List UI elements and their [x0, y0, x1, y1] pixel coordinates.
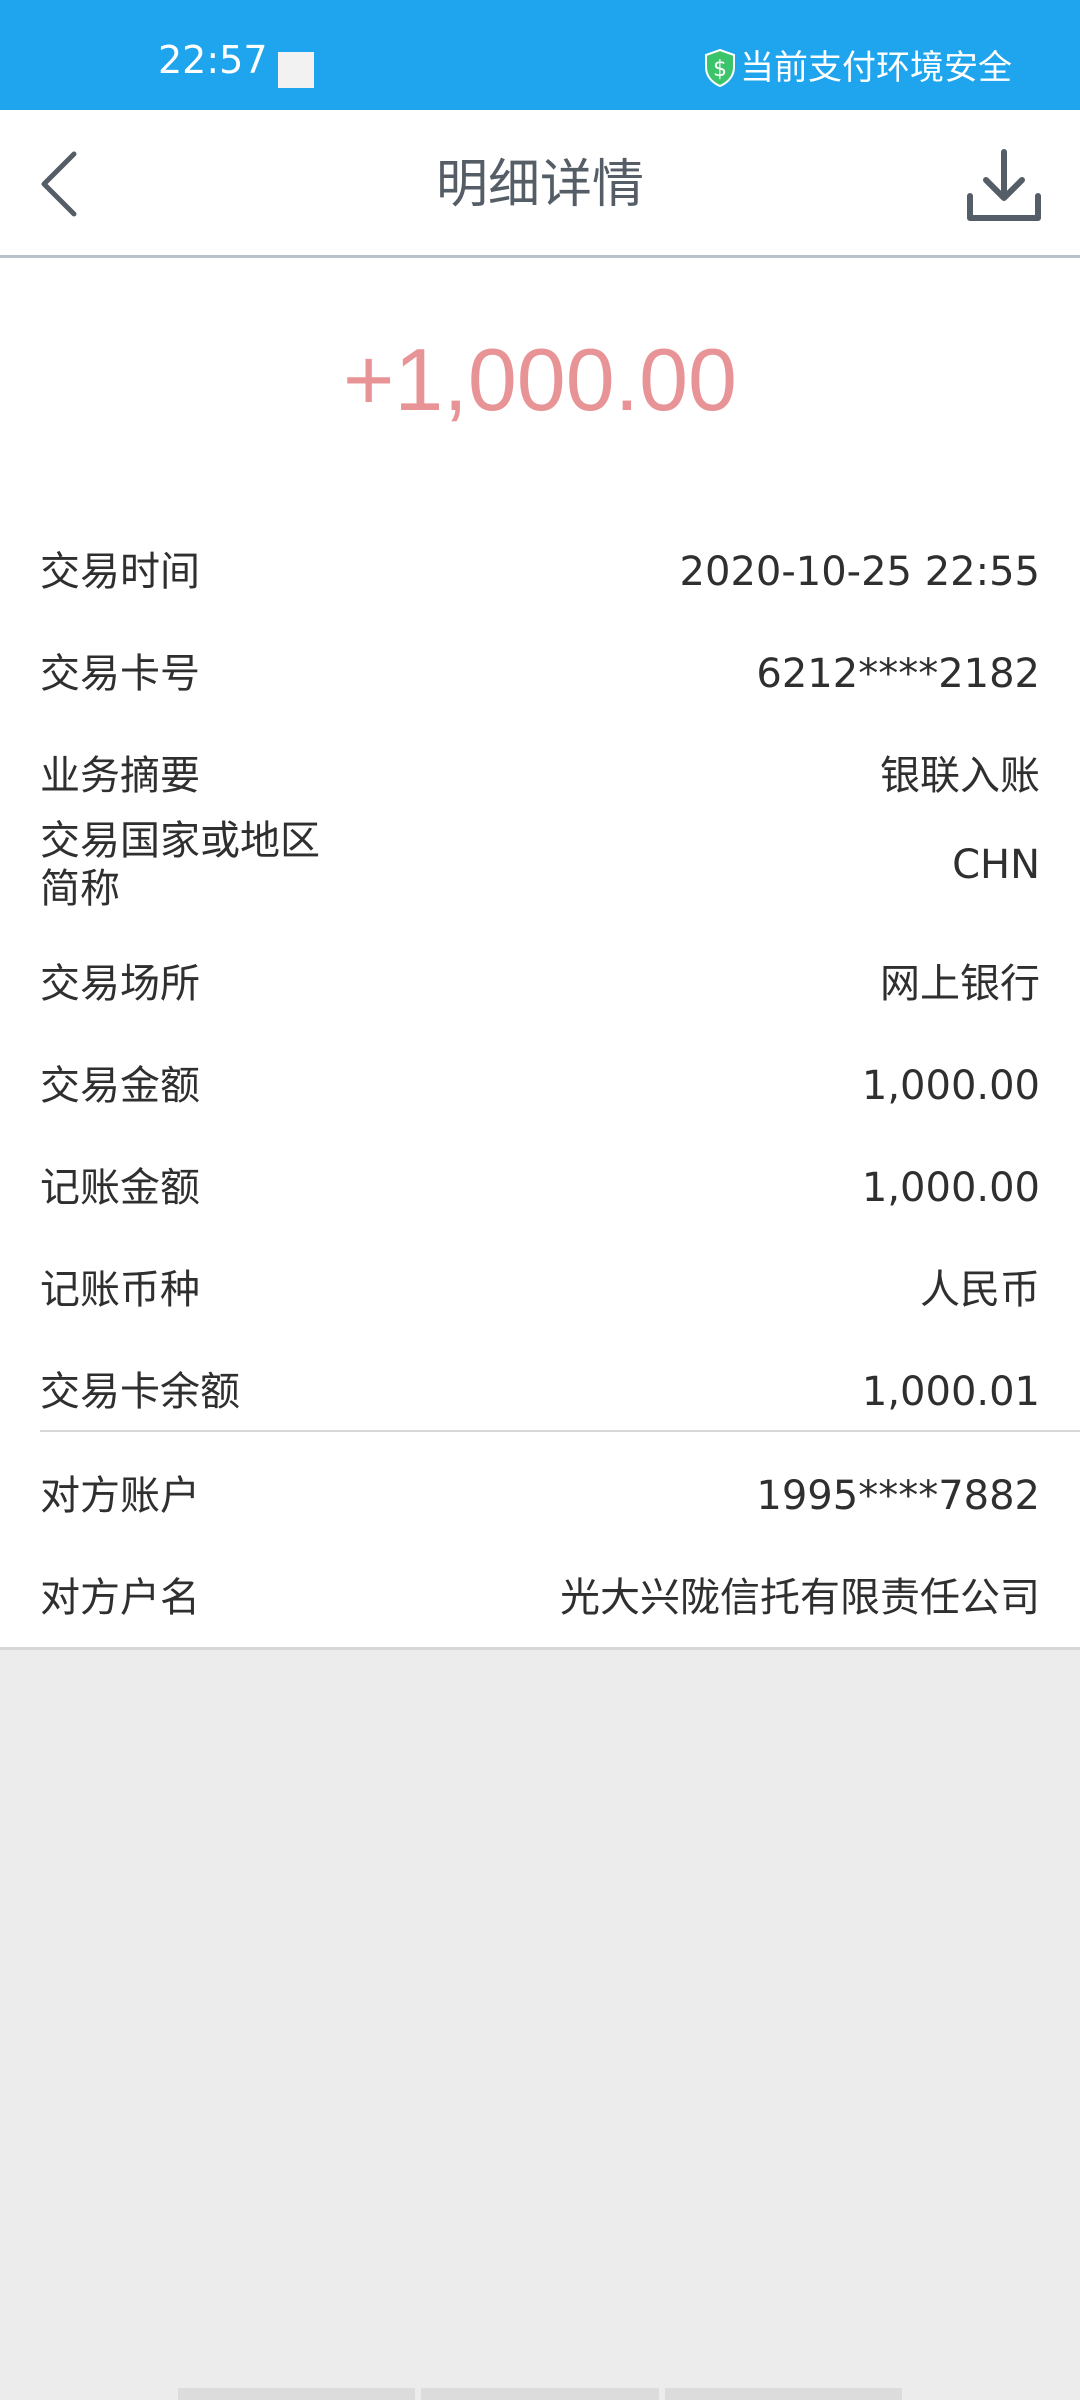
security-text: 当前支付环境安全 — [740, 48, 1012, 88]
download-icon — [967, 149, 1041, 221]
detail-label: 记账金额 — [40, 1165, 200, 1211]
detail-value: 6212****2182 — [756, 651, 1040, 697]
section-divider — [40, 1430, 1080, 1432]
detail-label-line: 简称 — [40, 866, 120, 912]
detail-label: 交易卡余额 — [40, 1369, 240, 1415]
top-nav-bar: 明细详情 — [0, 110, 1080, 258]
detail-label: 交易卡号 — [40, 651, 200, 697]
payment-security-indicator: $ 当前支付环境安全 — [704, 46, 1012, 90]
status-time: 22:57 — [158, 38, 268, 82]
detail-row-summary: 业务摘要 银联入账 — [40, 752, 1040, 800]
nav-handle-segment — [178, 2388, 416, 2400]
detail-row-card-number: 交易卡号 6212****2182 — [40, 650, 1040, 698]
detail-row-location: 交易场所 网上银行 — [40, 960, 1040, 1008]
transaction-detail-panel: +1,000.00 交易时间 2020-10-25 22:55 交易卡号 621… — [0, 258, 1080, 1650]
detail-label: 业务摘要 — [40, 753, 200, 799]
detail-value: 1,000.00 — [861, 1063, 1040, 1109]
download-button[interactable] — [964, 146, 1044, 226]
notification-icon — [278, 52, 314, 88]
nav-handle-segment — [421, 2388, 659, 2400]
detail-label: 记账币种 — [40, 1267, 200, 1313]
detail-value: CHN — [952, 842, 1040, 888]
detail-label: 交易国家或地区 简称 — [40, 817, 380, 913]
detail-value: 2020-10-25 22:55 — [679, 549, 1040, 595]
status-bar: 22:57 $ 当前支付环境安全 — [0, 0, 1080, 110]
detail-row-time: 交易时间 2020-10-25 22:55 — [40, 548, 1040, 596]
detail-value: 光大兴陇信托有限责任公司 — [560, 1575, 1040, 1621]
detail-row-currency: 记账币种 人民币 — [40, 1266, 1040, 1314]
detail-row-transaction-amount: 交易金额 1,000.00 — [40, 1062, 1040, 1110]
detail-value: 1,000.00 — [861, 1165, 1040, 1211]
detail-row-counterparty-account: 对方账户 1995****7882 — [40, 1472, 1040, 1520]
detail-row-posted-amount: 记账金额 1,000.00 — [40, 1164, 1040, 1212]
detail-value: 网上银行 — [880, 961, 1040, 1007]
detail-label: 对方账户 — [40, 1473, 200, 1519]
detail-row-country: 交易国家或地区 简称 CHN — [40, 810, 1040, 920]
detail-row-counterparty-name: 对方户名 光大兴陇信托有限责任公司 — [40, 1574, 1040, 1622]
detail-value: 银联入账 — [880, 753, 1040, 799]
detail-label-line: 交易国家或地区 — [40, 818, 320, 864]
detail-label: 交易时间 — [40, 549, 200, 595]
detail-value: 1,000.01 — [861, 1369, 1040, 1415]
svg-text:$: $ — [713, 57, 727, 82]
detail-label: 交易场所 — [40, 961, 200, 1007]
detail-value: 人民币 — [920, 1267, 1040, 1313]
shield-icon: $ — [705, 49, 735, 87]
navigation-handle — [178, 2388, 902, 2400]
detail-label: 交易金额 — [40, 1063, 200, 1109]
nav-handle-segment — [664, 2388, 902, 2400]
detail-label: 对方户名 — [40, 1575, 200, 1621]
detail-value: 1995****7882 — [756, 1473, 1040, 1519]
detail-row-card-balance: 交易卡余额 1,000.01 — [40, 1368, 1040, 1416]
page-title: 明细详情 — [435, 155, 644, 215]
transaction-amount: +1,000.00 — [343, 330, 737, 429]
